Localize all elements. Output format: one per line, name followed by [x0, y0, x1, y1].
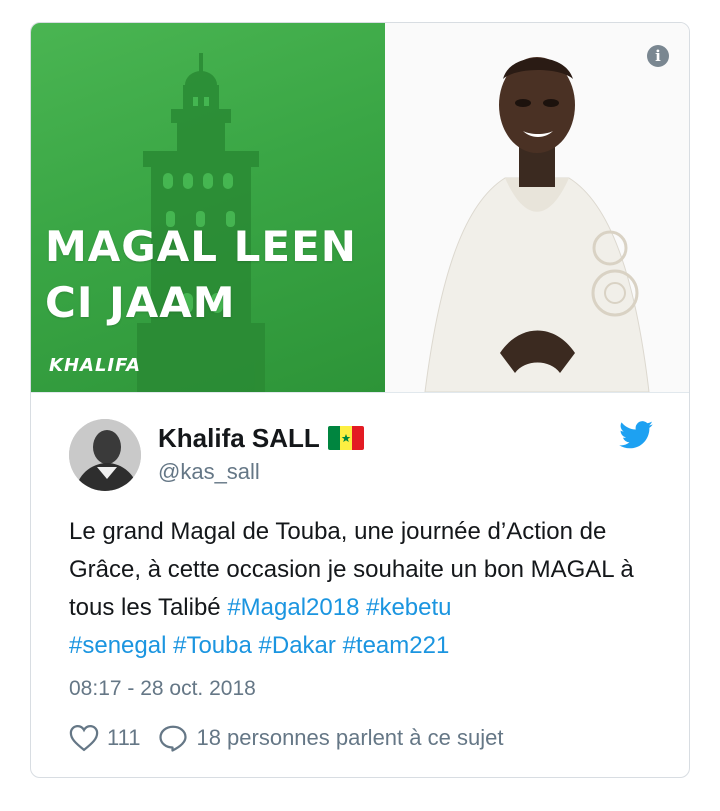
poster-headline-line1: MAGAL LEEN	[45, 222, 357, 271]
tweet-card[interactable]: MAGAL LEEN CI JAAM KHALIFA i Khalifa SAL…	[30, 22, 690, 778]
minaret-illustration	[137, 53, 265, 392]
tweet-timestamp[interactable]: 08:17 - 28 oct. 2018	[69, 677, 256, 701]
tweet-actions: 111 18 personnes parlent à ce sujet	[69, 723, 503, 753]
poster-brand-logo: KHALIFA	[49, 355, 142, 376]
hashtag-dakar[interactable]: #Dakar	[259, 632, 336, 659]
magal-poster: MAGAL LEEN CI JAAM KHALIFA	[31, 23, 385, 392]
like-heart-icon[interactable]	[69, 724, 99, 752]
avatar-portrait	[69, 419, 141, 491]
man-in-white-boubou-illustration	[424, 57, 650, 392]
info-icon[interactable]: i	[647, 45, 669, 67]
author-avatar[interactable]	[69, 419, 141, 491]
author-name[interactable]: Khalifa SALL	[158, 423, 320, 454]
reply-bubble-icon[interactable]	[158, 724, 188, 752]
portrait-photo: i	[385, 23, 689, 392]
poster-headline: MAGAL LEEN CI JAAM	[45, 219, 357, 331]
tweet-text: Le grand Magal de Touba, une journée d’A…	[69, 513, 669, 665]
senegal-flag-icon	[328, 426, 364, 450]
hashtag-touba[interactable]: #Touba	[173, 632, 252, 659]
conversation-link[interactable]: 18 personnes parlent à ce sujet	[196, 725, 503, 751]
poster-headline-line2: CI JAAM	[45, 278, 236, 327]
author-handle[interactable]: @kas_sall	[158, 459, 260, 485]
hashtag-senegal[interactable]: #senegal	[69, 632, 166, 659]
like-count[interactable]: 111	[107, 725, 140, 751]
twitter-bird-icon[interactable]	[619, 421, 653, 449]
hashtag-team221[interactable]: #team221	[343, 632, 450, 659]
tweet-media[interactable]: MAGAL LEEN CI JAAM KHALIFA i	[31, 23, 689, 393]
hashtag-kebetu[interactable]: #kebetu	[366, 594, 451, 621]
hashtag-magal2018[interactable]: #Magal2018	[227, 594, 359, 621]
